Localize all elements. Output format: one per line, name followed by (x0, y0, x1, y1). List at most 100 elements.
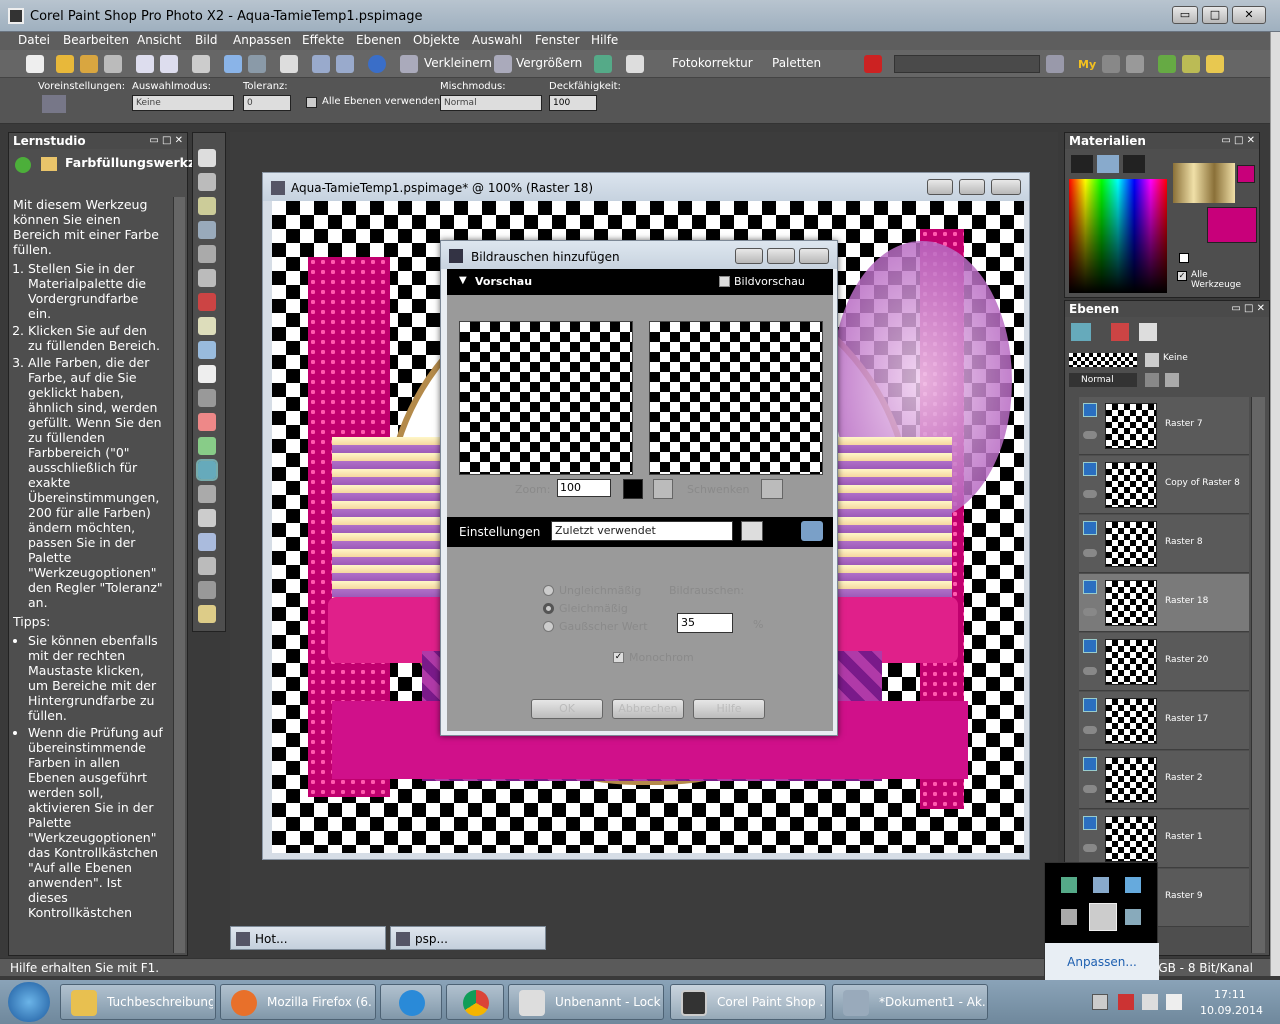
eye-icon[interactable] (1083, 549, 1097, 557)
settings-dropdown[interactable]: Zuletzt verwendet (551, 521, 733, 541)
red-eye-tool-icon[interactable] (198, 293, 216, 311)
panel-controls[interactable]: ▭ □ ✕ (149, 133, 183, 149)
undo-icon[interactable] (224, 55, 242, 73)
pan-tool-icon[interactable] (198, 149, 216, 167)
tray-cursor-icon[interactable] (1089, 903, 1117, 931)
delete-layer-icon[interactable] (1111, 323, 1129, 341)
redo-icon[interactable] (248, 55, 266, 73)
eraser-tool-icon[interactable] (198, 485, 216, 503)
close-button[interactable]: ✕ (1232, 6, 1266, 24)
text-tool-icon[interactable] (198, 509, 216, 527)
layers-scrollbar[interactable] (1251, 397, 1265, 953)
layer-row[interactable]: Copy of Raster 8 (1079, 456, 1249, 514)
layer-effects-icon[interactable] (1139, 323, 1157, 341)
menu-hilfe[interactable]: Hilfe (591, 33, 618, 47)
collapse-arrow-icon[interactable]: ▼ (459, 275, 467, 286)
move-tool-icon[interactable] (198, 173, 216, 191)
result-preview[interactable] (649, 321, 823, 475)
zoom-in-button[interactable]: Vergrößern (516, 56, 582, 70)
tray-flag-icon[interactable] (1118, 994, 1134, 1010)
foreground-color-mini[interactable] (1237, 165, 1255, 183)
layer-row-selected[interactable]: Raster 18 (1079, 574, 1249, 632)
reset-icon[interactable] (801, 521, 823, 541)
menu-datei[interactable]: Datei (18, 33, 50, 47)
eye-icon[interactable] (1083, 785, 1097, 793)
tray-app-icon[interactable] (1061, 877, 1077, 893)
save-preset-icon[interactable] (741, 521, 763, 541)
browse-icon[interactable] (80, 55, 98, 73)
lighten-darken-tool-icon[interactable] (198, 437, 216, 455)
cancel-button[interactable]: Abbrechen (612, 699, 684, 719)
swatches-tab-icon[interactable] (1123, 155, 1145, 173)
home-icon[interactable] (41, 157, 57, 171)
warp-brush-tool-icon[interactable] (198, 581, 216, 599)
ok-button[interactable]: OK (531, 699, 603, 719)
save-icon[interactable] (136, 55, 154, 73)
task-firefox[interactable]: Mozilla Firefox (6... (220, 984, 376, 1020)
customize-link[interactable]: Anpassen... (1045, 943, 1159, 981)
window-scrollbar[interactable] (1270, 32, 1280, 976)
layer-lock-icon[interactable] (1145, 373, 1159, 387)
menu-auswahl[interactable]: Auswahl (472, 33, 522, 47)
task-unbenannt[interactable]: Unbenannt - Lock ... (508, 984, 664, 1020)
panel-controls[interactable]: ▭ □ ✕ (1231, 301, 1265, 317)
tolerance-field[interactable]: 0 (243, 95, 291, 111)
mask-preview[interactable] (1069, 353, 1137, 367)
image-maximize-button[interactable] (959, 179, 985, 195)
eye-icon[interactable] (1083, 490, 1097, 498)
eye-icon[interactable] (1083, 844, 1097, 852)
eye-icon[interactable] (1083, 726, 1097, 734)
pan-icon[interactable] (761, 479, 783, 499)
tray-device-icon[interactable] (1061, 909, 1077, 925)
photo-fix-menu[interactable]: Fotokorrektur (672, 56, 753, 70)
presets-dropdown[interactable] (42, 95, 66, 113)
my-button[interactable]: My (1078, 58, 1096, 71)
zoom-field[interactable]: 100 (557, 479, 611, 497)
menu-ansicht[interactable]: Ansicht (137, 33, 181, 47)
flood-fill-tool-icon[interactable] (196, 459, 218, 481)
zoom-out-icon[interactable] (400, 55, 418, 73)
eye-icon[interactable] (1083, 608, 1097, 616)
back-arrow-icon[interactable] (15, 157, 31, 173)
background-color-swatch[interactable] (1207, 207, 1257, 243)
panel-controls[interactable]: ▭ □ ✕ (1221, 133, 1255, 149)
help-button[interactable]: Hilfe (693, 699, 765, 719)
layer-row[interactable]: Raster 1 (1079, 810, 1249, 868)
learning-scrollbar[interactable] (173, 197, 185, 953)
pick-tool-icon[interactable] (198, 197, 216, 215)
radio-random[interactable] (543, 585, 554, 596)
task-ie[interactable] (380, 984, 442, 1020)
layer-row[interactable]: Raster 7 (1079, 397, 1249, 455)
color-spectrum-picker[interactable] (1069, 179, 1167, 293)
zoom-out-button[interactable]: Verkleinern (424, 56, 492, 70)
radio-gaussian[interactable] (543, 621, 554, 632)
menu-fenster[interactable]: Fenster (535, 33, 580, 47)
view-mode-icon[interactable] (626, 55, 644, 73)
mail-icon[interactable] (1206, 55, 1224, 73)
original-preview[interactable] (459, 321, 633, 475)
selection-tool-icon[interactable] (198, 221, 216, 239)
task-tuchbeschreibung[interactable]: Tuchbeschreibung 2 (60, 984, 216, 1020)
all-layers-checkbox[interactable] (306, 97, 317, 108)
frame-tab-icon[interactable] (1071, 155, 1093, 173)
minimize-button[interactable]: ▭ (1172, 6, 1198, 24)
pen-tool-icon[interactable] (198, 557, 216, 575)
menu-bearbeiten[interactable]: Bearbeiten (63, 33, 129, 47)
maximize-button[interactable]: □ (1202, 6, 1228, 24)
copy-icon[interactable] (280, 55, 298, 73)
clock-date[interactable]: 10.09.2014 (1200, 1004, 1263, 1017)
camera-icon[interactable] (1102, 55, 1120, 73)
music-icon[interactable] (1158, 55, 1176, 73)
all-tools-checkbox[interactable]: ✓ (1177, 271, 1187, 281)
menu-ebenen[interactable]: Ebenen (356, 33, 401, 47)
scan-icon[interactable] (104, 55, 122, 73)
tray-expand-icon[interactable] (1092, 994, 1108, 1010)
tray-shield-icon[interactable] (1093, 877, 1109, 893)
match-mode-select[interactable]: Keine (132, 95, 234, 111)
crop-tool-icon[interactable] (198, 245, 216, 263)
menu-effekte[interactable]: Effekte (302, 33, 344, 47)
paste-icon[interactable] (312, 55, 330, 73)
app-icon[interactable] (8, 8, 24, 24)
open-folder-icon[interactable] (56, 55, 74, 73)
task-corel[interactable]: Corel Paint Shop ... (670, 984, 826, 1020)
